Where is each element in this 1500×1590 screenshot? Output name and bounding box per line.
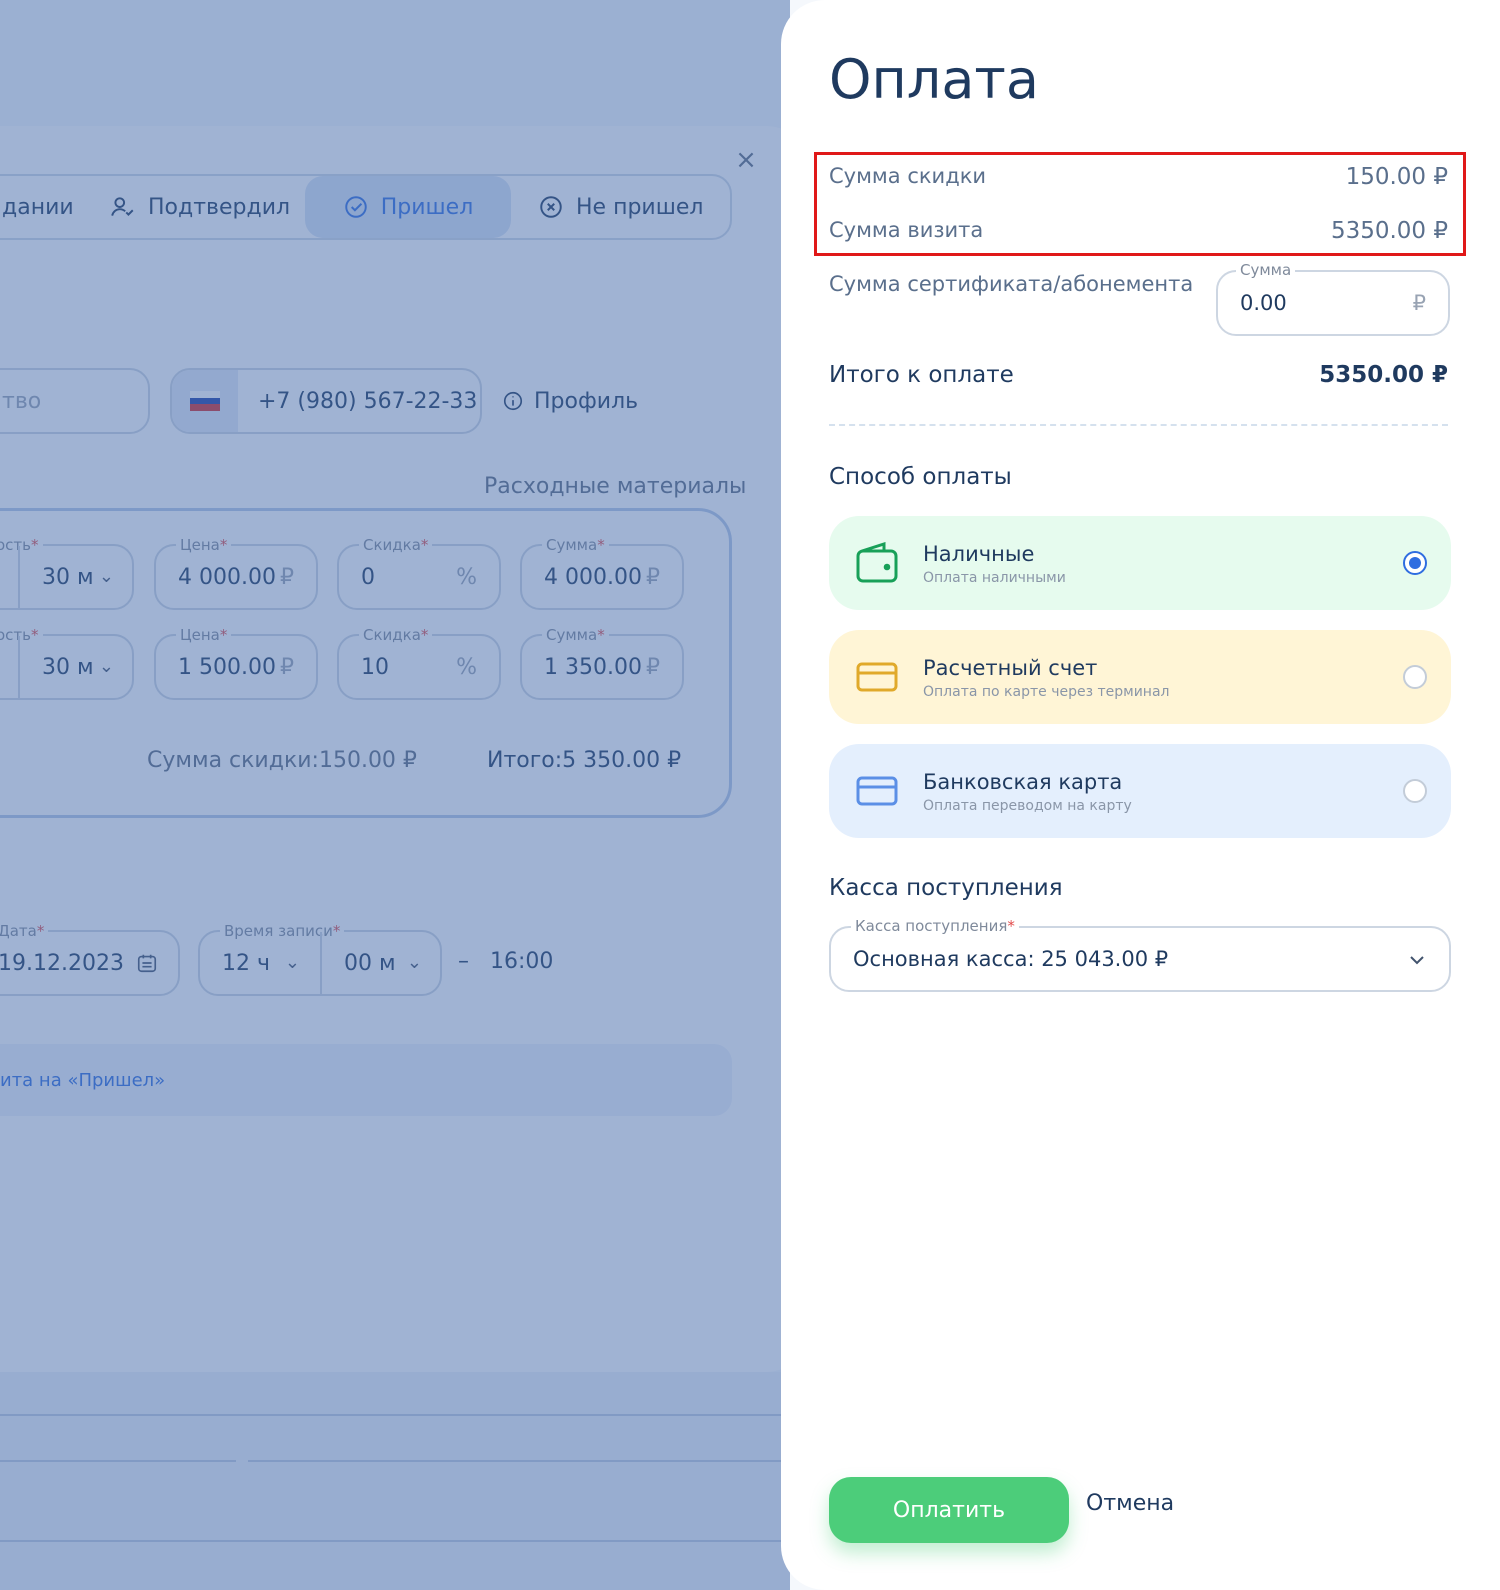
- x-circle-icon: [540, 196, 562, 218]
- total-label: Итого к оплате: [829, 362, 1014, 388]
- kassa-select[interactable]: Касса поступления* Основная касса: 25 04…: [829, 917, 1451, 992]
- chevron-down-icon: ⌄: [406, 952, 422, 973]
- chevron-down-icon: ⌄: [98, 656, 114, 677]
- consumables-link[interactable]: Расходные материалы: [484, 474, 746, 499]
- total-value: 5350.00 ₽: [1319, 362, 1448, 388]
- kassa-title: Касса поступления: [829, 875, 1063, 901]
- status-tabs: дании Подтвердил Пришел Не пришел: [0, 174, 732, 240]
- radio-account[interactable]: [1403, 665, 1427, 689]
- calendar-icon[interactable]: [136, 952, 158, 974]
- card-icon: [856, 662, 898, 692]
- cancel-button[interactable]: Отмена: [1086, 1491, 1174, 1516]
- visit-sum-value: 5350.00 ₽: [1330, 218, 1448, 244]
- close-icon[interactable]: ×: [734, 147, 758, 173]
- payment-option-bank-card[interactable]: Банковская карта Оплата переводом на кар…: [829, 744, 1451, 838]
- chevron-down-icon: ⌄: [284, 952, 300, 973]
- grand-total: Итого:5 350.00 ₽: [487, 748, 682, 773]
- end-time: 16:00: [490, 949, 554, 974]
- sum-field[interactable]: Сумма* 1 350.00 ₽: [520, 626, 684, 700]
- payment-option-cash[interactable]: Наличные Оплата наличными: [829, 516, 1451, 610]
- date-field[interactable]: Дата* 19.12.2023: [0, 922, 180, 996]
- radio-cash[interactable]: [1403, 551, 1427, 575]
- discount-sum-label: Сумма скидки: [829, 164, 987, 188]
- tab-confirmed[interactable]: Подтвердил: [110, 176, 300, 238]
- certificate-sum-label: Сумма сертификата/абонемента: [829, 272, 1194, 296]
- citizenship-field[interactable]: тво: [0, 368, 150, 434]
- wallet-icon: [856, 542, 898, 583]
- discount-field[interactable]: Скидка* 0 %: [337, 536, 501, 610]
- tab-waiting[interactable]: дании: [2, 176, 92, 238]
- profile-link[interactable]: Профиль: [502, 389, 638, 414]
- certificate-sum-input[interactable]: Сумма 0.00 ₽: [1216, 261, 1450, 336]
- info-icon: [503, 391, 523, 411]
- duration-select[interactable]: ость* 30 м ⌄: [0, 626, 134, 700]
- time-field[interactable]: Время записи* 12 ч ⌄ 00 м ⌄: [198, 922, 442, 996]
- country-selector[interactable]: [172, 370, 238, 432]
- divider: [829, 424, 1448, 426]
- discount-field[interactable]: Скидка* 10 %: [337, 626, 501, 700]
- payment-method-title: Способ оплаты: [829, 464, 1012, 490]
- payment-panel: Оплата Сумма скидки 150.00 ₽ Сумма визит…: [781, 0, 1500, 1590]
- price-field[interactable]: Цена* 1 500.00 ₽: [154, 626, 318, 700]
- radio-bank-card[interactable]: [1403, 779, 1427, 803]
- chevron-down-icon: ⌄: [98, 566, 114, 587]
- tab-not-arrived[interactable]: Не пришел: [538, 176, 728, 238]
- discount-sum-value: 150.00 ₽: [1345, 164, 1448, 190]
- tab-arrived[interactable]: Пришел: [305, 176, 511, 238]
- background-table: [0, 1372, 790, 1590]
- duration-select[interactable]: ость* 30 м ⌄: [0, 536, 134, 610]
- russia-flag-icon: [190, 391, 220, 411]
- discount-total: Сумма скидки:150.00 ₽: [147, 748, 417, 773]
- visit-sum-label: Сумма визита: [829, 218, 984, 242]
- payment-option-account[interactable]: Расчетный счет Оплата по карте через тер…: [829, 630, 1451, 724]
- status-note: ита на «Пришел»: [0, 1044, 732, 1116]
- price-field[interactable]: Цена* 4 000.00 ₽: [154, 536, 318, 610]
- card-icon: [856, 776, 898, 806]
- user-check-icon: [111, 197, 134, 216]
- pay-button[interactable]: Оплатить: [829, 1477, 1069, 1543]
- check-circle-icon: [344, 196, 367, 218]
- page-title: Оплата: [829, 48, 1039, 111]
- chevron-down-icon: [1410, 956, 1424, 965]
- sum-field[interactable]: Сумма* 4 000.00 ₽: [520, 536, 684, 610]
- phone-field[interactable]: +7 (980) 567-22-33: [170, 368, 482, 434]
